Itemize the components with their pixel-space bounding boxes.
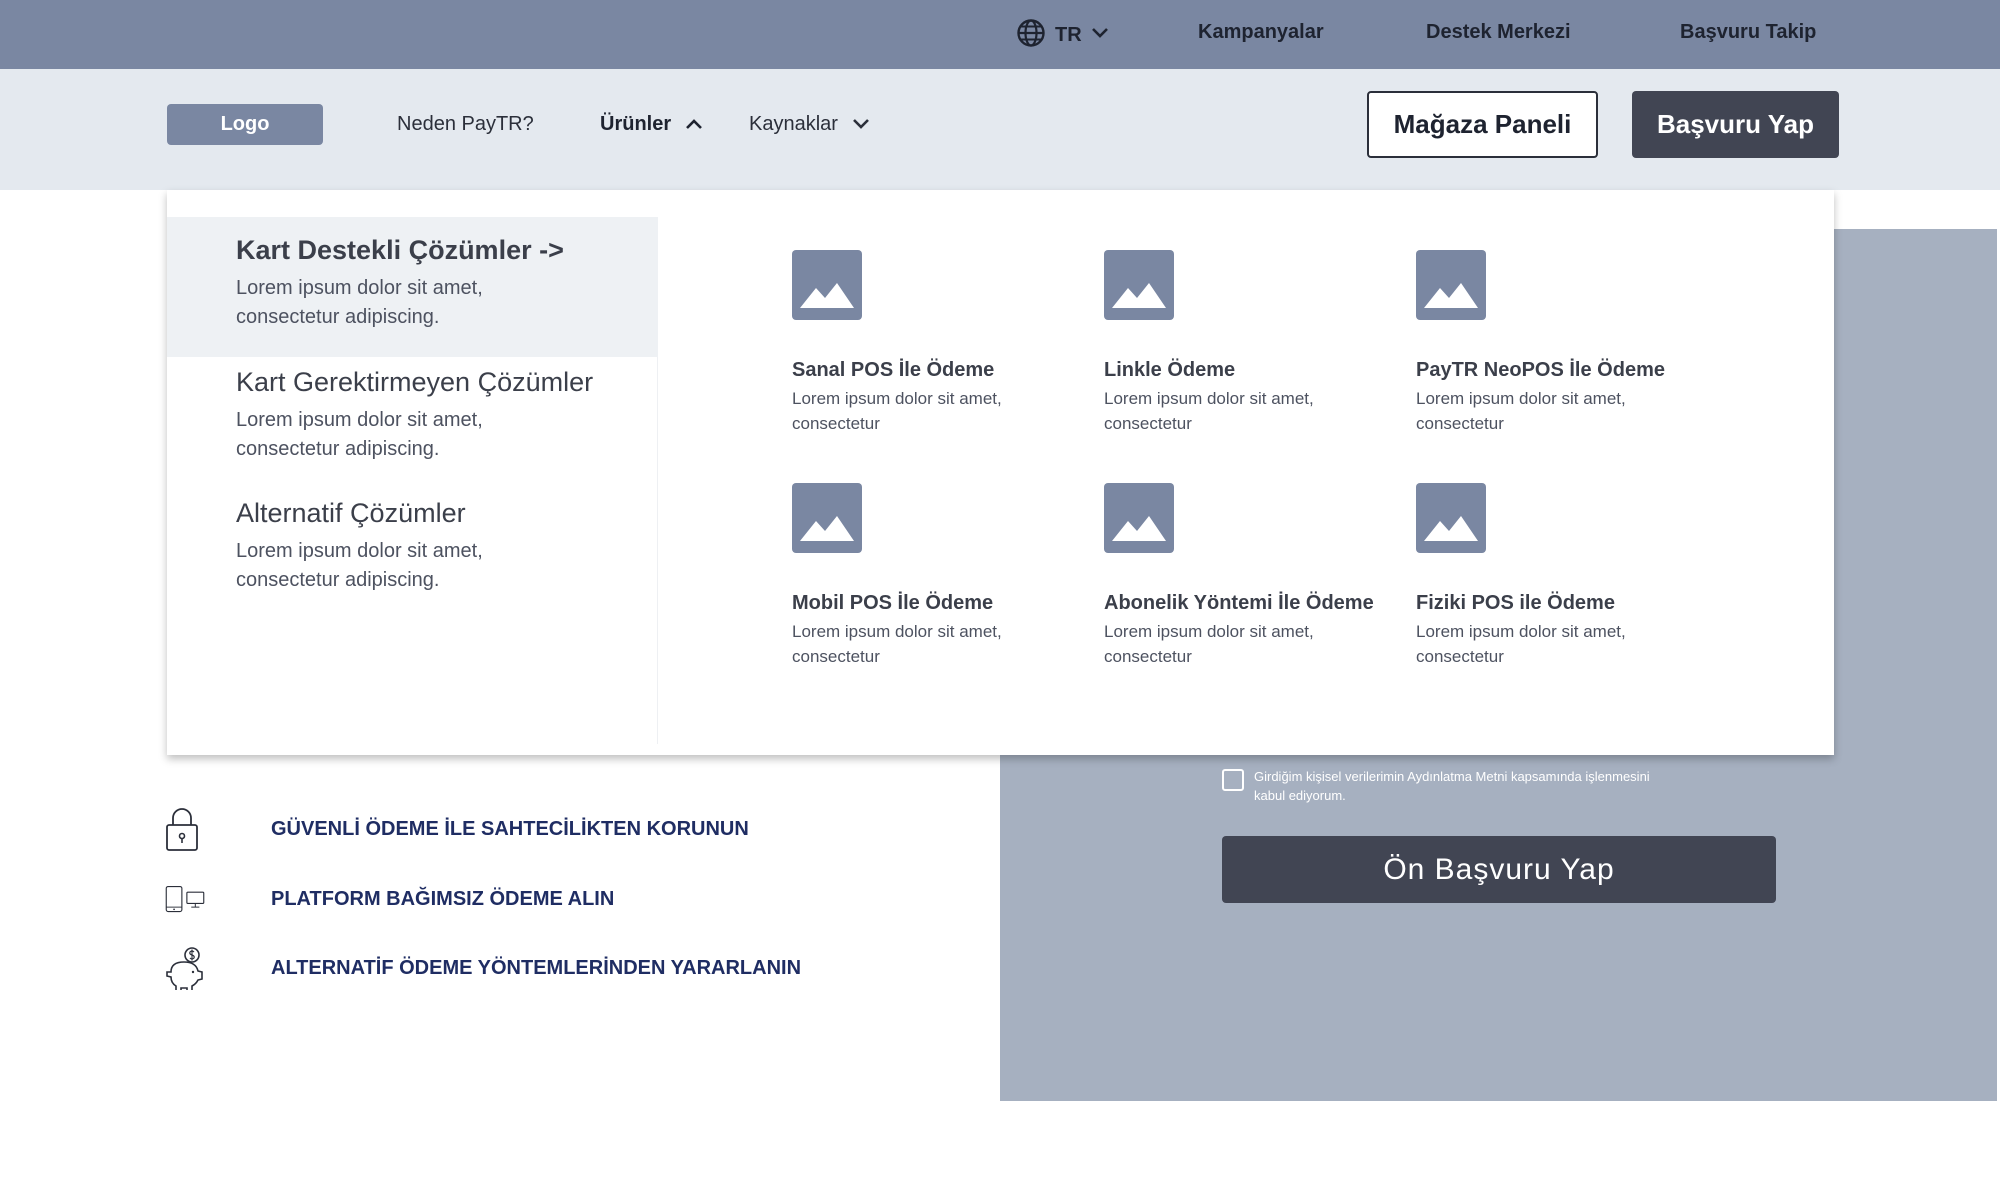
image-placeholder-icon [1104,483,1174,553]
feature-item-secure: GÜVENLİ ÖDEME İLE SAHTECİLİKTEN KORUNUN [165,806,749,852]
image-placeholder-icon [1416,250,1486,320]
devices-icon [165,876,205,922]
product-description-line: consectetur [1416,414,1504,433]
link-basvuru-takip[interactable]: Başvuru Takip [1680,21,1816,44]
nav-item-kaynaklar[interactable]: Kaynaklar [749,113,870,136]
main-navbar: Logo Neden PayTR? Ürünler Kaynaklar Mağa… [0,69,2000,190]
nav-item-label: Ürünler [600,113,672,135]
product-item-linkle-odeme[interactable]: Linkle Ödeme Lorem ipsum dolor sit amet,… [1104,250,1404,436]
nav-item-neden-paytr[interactable]: Neden PayTR? [397,113,534,136]
store-panel-button[interactable]: Mağaza Paneli [1367,91,1598,158]
language-label: TR [1055,23,1082,46]
nav-item-label: Kaynaklar [749,113,838,135]
category-description-line: Lorem ipsum dolor sit amet, [236,540,483,562]
globe-icon [1016,18,1046,53]
nav-item-label: Neden PayTR? [397,113,534,135]
category-description-line: consectetur adipiscing. [236,438,440,460]
products-dropdown-menu: Kart Destekli Çözümler -> Lorem ipsum do… [167,190,1834,755]
product-title: Linkle Ödeme [1104,359,1236,381]
product-description: Lorem ipsum dolor sit amet, consectetur [1416,386,1716,436]
product-description-line: consectetur [1104,647,1192,666]
product-item-neopos[interactable]: PayTR NeoPOS İle Ödeme Lorem ipsum dolor… [1416,250,1716,436]
product-description-line: Lorem ipsum dolor sit amet, [1416,622,1626,641]
consent-text: Girdiğim kişisel verilerimin Aydınlatma … [1254,769,1650,803]
chevron-down-icon [852,113,870,136]
top-utility-bar: TR Kampanyalar Destek Merkezi Başvuru Ta… [0,0,2000,69]
product-description: Lorem ipsum dolor sit amet, consectetur [792,619,1092,669]
product-description-line: consectetur [1416,647,1504,666]
link-kampanyalar[interactable]: Kampanyalar [1198,21,1324,44]
product-description-line: consectetur [792,647,880,666]
product-description: Lorem ipsum dolor sit amet, consectetur [1416,619,1716,669]
product-description: Lorem ipsum dolor sit amet, consectetur [1104,619,1404,669]
product-description-line: Lorem ipsum dolor sit amet, [1104,622,1314,641]
product-description: Lorem ipsum dolor sit amet, consectetur [792,386,1092,436]
image-placeholder-icon [1416,483,1486,553]
chevron-up-icon [685,113,703,136]
feature-text: PLATFORM BAĞIMSIZ ÖDEME ALIN [271,887,615,910]
feature-text: GÜVENLİ ÖDEME İLE SAHTECİLİKTEN KORUNUN [271,817,749,840]
apply-button[interactable]: Başvuru Yap [1632,91,1839,158]
category-description-line: Lorem ipsum dolor sit amet, [236,277,483,299]
product-description: Lorem ipsum dolor sit amet, consectetur [1104,386,1404,436]
category-item-alternative[interactable]: Alternatif Çözümler Lorem ipsum dolor si… [167,480,658,611]
product-item-sanal-pos[interactable]: Sanal POS İle Ödeme Lorem ipsum dolor si… [792,250,1092,436]
product-description-line: Lorem ipsum dolor sit amet, [1416,389,1626,408]
product-description-line: consectetur [792,414,880,433]
product-description-line: Lorem ipsum dolor sit amet, [792,622,1002,641]
nav-item-urunler[interactable]: Ürünler [600,113,703,136]
category-description-line: consectetur adipiscing. [236,306,440,328]
image-placeholder-icon [792,483,862,553]
product-title: PayTR NeoPOS İle Ödeme [1416,359,1665,381]
category-title: Alternatif Çözümler [236,498,466,528]
category-item-card-supported[interactable]: Kart Destekli Çözümler -> Lorem ipsum do… [167,217,658,357]
product-title: Mobil POS İle Ödeme [792,592,994,614]
product-description-line: Lorem ipsum dolor sit amet, [792,389,1002,408]
consent-row: Girdiğim kişisel verilerimin Aydınlatma … [1222,767,1654,805]
product-item-abonelik[interactable]: Abonelik Yöntemi İle Ödeme Lorem ipsum d… [1104,483,1404,669]
feature-item-alternative: ALTERNATİF ÖDEME YÖNTEMLERİNDEN YARARLAN… [165,945,801,991]
category-list: Kart Destekli Çözümler -> Lorem ipsum do… [167,217,658,744]
category-description: Lorem ipsum dolor sit amet, consectetur … [236,274,658,332]
language-selector[interactable]: TR [1016,17,1109,53]
category-description-line: consectetur adipiscing. [236,569,440,591]
lock-icon [165,806,205,852]
image-placeholder-icon [1104,250,1174,320]
logo[interactable]: Logo [167,104,323,145]
consent-checkbox[interactable] [1222,769,1244,791]
product-title: Fiziki POS ile Ödeme [1416,592,1615,614]
category-description: Lorem ipsum dolor sit amet, consectetur … [236,406,658,464]
pre-application-submit-button[interactable]: Ön Başvuru Yap [1222,836,1776,903]
feature-text: ALTERNATİF ÖDEME YÖNTEMLERİNDEN YARARLAN… [271,956,802,979]
image-placeholder-icon [792,250,862,320]
product-item-fiziki-pos[interactable]: Fiziki POS ile Ödeme Lorem ipsum dolor s… [1416,483,1716,669]
product-description-line: Lorem ipsum dolor sit amet, [1104,389,1314,408]
category-title: Kart Gerektirmeyen Çözümler [236,367,594,397]
link-destek-merkezi[interactable]: Destek Merkezi [1426,21,1571,44]
chevron-down-icon [1091,26,1109,44]
category-description-line: Lorem ipsum dolor sit amet, [236,409,483,431]
category-description: Lorem ipsum dolor sit amet, consectetur … [236,537,658,595]
feature-item-platform: PLATFORM BAĞIMSIZ ÖDEME ALIN [165,876,614,922]
category-item-cardless[interactable]: Kart Gerektirmeyen Çözümler Lorem ipsum … [167,349,658,480]
product-title: Sanal POS İle Ödeme [792,359,995,381]
product-item-mobil-pos[interactable]: Mobil POS İle Ödeme Lorem ipsum dolor si… [792,483,1092,669]
category-title: Kart Destekli Çözümler -> [236,235,564,265]
product-description-line: consectetur [1104,414,1192,433]
piggy-bank-icon [165,945,205,991]
product-title: Abonelik Yöntemi İle Ödeme [1104,592,1374,614]
